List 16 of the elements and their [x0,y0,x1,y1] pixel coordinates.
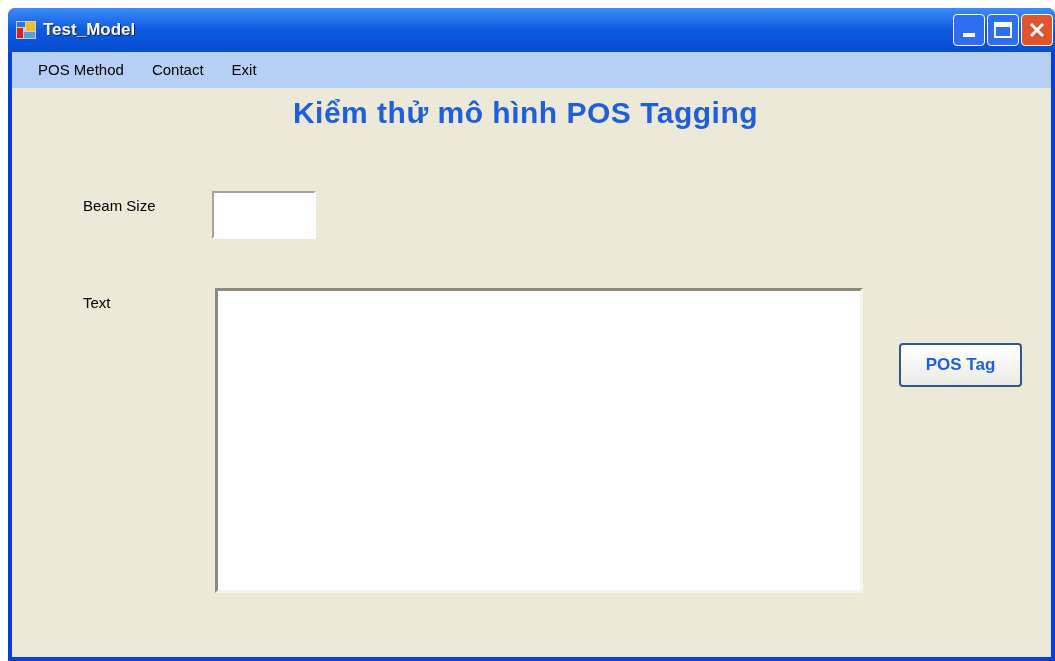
input-field[interactable] [212,191,316,239]
field-label: Beam Size [83,196,157,216]
maximize-button[interactable] [987,14,1019,46]
minimize-button[interactable] [953,14,985,46]
menu-item[interactable]: POS Method [30,56,132,84]
close-button[interactable] [1021,14,1053,46]
menu-item[interactable]: Exit [223,56,265,84]
field-label: Text [83,293,112,313]
close-icon [1029,22,1045,38]
form-heading: Kiểm thử mô hình POS Tagging [292,95,759,131]
pos-tag-button[interactable]: POS Tag [899,343,1022,387]
maximize-icon [994,22,1012,38]
window-title: Test_Model [43,19,136,42]
minimize-icon [963,33,975,37]
app-icon [16,21,36,39]
menu-item[interactable]: Contact [143,56,212,84]
